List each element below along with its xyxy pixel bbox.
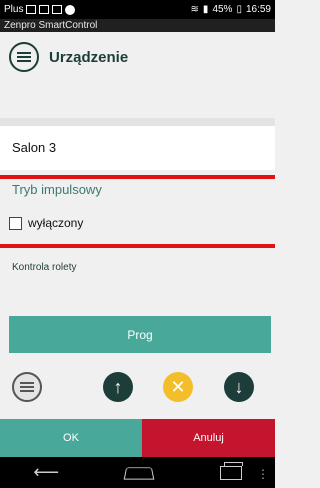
red-highlight-bottom [0,244,275,248]
arrow-up-icon[interactable]: ↑ [103,372,133,402]
mail-icon [39,5,50,14]
system-nav-bar: ⟵ ⋮ [0,457,275,488]
gallery-icon [52,5,63,14]
battery-level: 45% [212,4,233,15]
app-title: Zenpro SmartControl [4,20,98,31]
impulse-checkbox-row[interactable]: wyłączony [9,216,83,230]
clock: 16:59 [245,4,271,15]
globe-icon [65,4,76,15]
close-icon[interactable]: ✕ [163,372,193,402]
carrier-label: Plus [4,4,24,15]
more-icon[interactable]: ⋮ [257,467,269,481]
impulse-mode-label: Tryb impulsowy [12,182,102,197]
impulse-checkbox-label: wyłączony [28,216,84,230]
impulse-checkbox[interactable] [9,216,22,230]
image-icon [26,5,37,14]
arrow-down-icon[interactable]: ↓ [224,372,254,402]
cancel-button[interactable]: Anuluj [142,419,275,457]
blinds-control-label: Kontrola rolety [12,262,77,273]
blinds-controls: ↑ ✕ ↓ [0,367,275,407]
ok-button[interactable]: OK [0,419,142,457]
stop-button[interactable] [12,372,42,402]
app-title-bar: Zenpro SmartControl [0,19,275,32]
red-highlight-top [0,175,275,179]
status-bar: Plus ≋ ▮ 45% ▯ 16:59 [0,0,275,19]
prog-button[interactable]: Prog [9,316,271,353]
menu-lines-icon[interactable] [9,42,39,72]
battery-icon: ▯ [236,4,242,15]
recent-apps-icon[interactable] [219,461,243,480]
home-icon[interactable] [124,466,155,480]
device-name-value[interactable]: Salon 3 [0,126,275,170]
page-header: Urządzenie [0,32,275,82]
page-title: Urządzenie [49,48,129,66]
footer-buttons: OK Anuluj [0,419,275,457]
signal-icon: ▮ [202,4,209,15]
back-icon[interactable]: ⟵ [33,462,59,483]
wifi-icon: ≋ [190,4,199,15]
